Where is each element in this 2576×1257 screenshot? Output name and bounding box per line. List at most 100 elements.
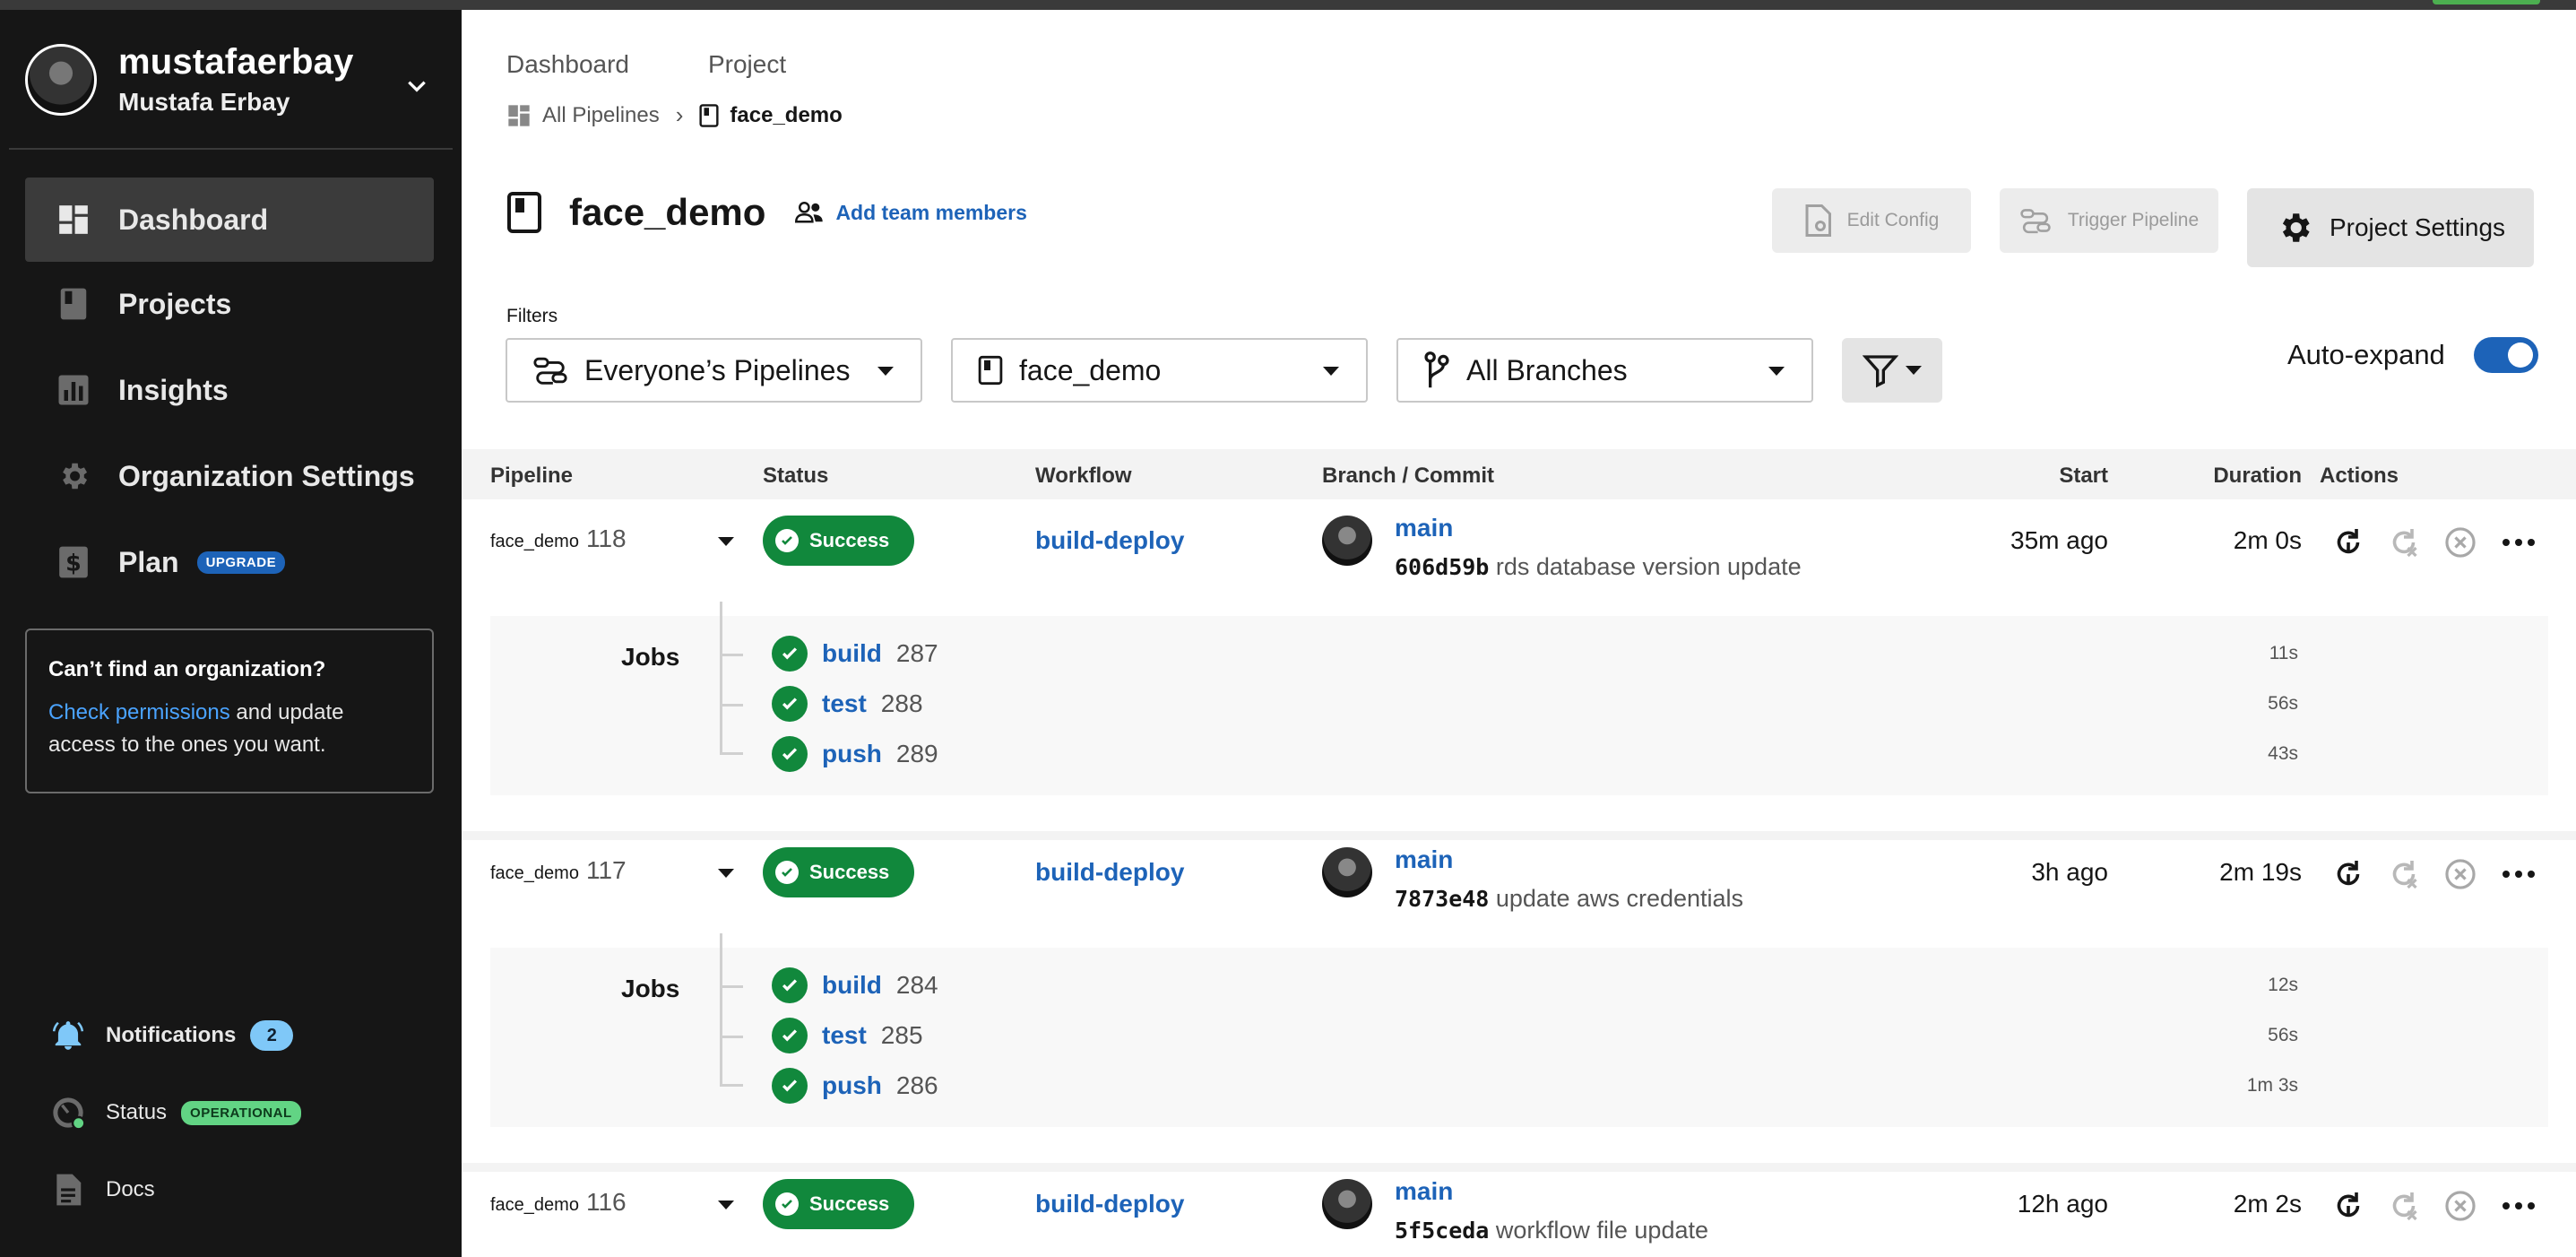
status-label: Success <box>809 529 890 551</box>
advanced-filter-button[interactable] <box>1842 338 1942 403</box>
pipeline-cell: face_demo 117 <box>490 856 627 885</box>
caret-down-icon <box>1768 367 1785 376</box>
auto-expand-toggle[interactable] <box>2473 337 2538 373</box>
edit-config-button[interactable]: Edit Config <box>1772 188 1971 253</box>
job-item: build 284 <box>772 967 938 1003</box>
job-name[interactable]: test <box>822 689 867 718</box>
sidebar-item-plan[interactable]: $ Plan UPGRADE <box>25 520 434 604</box>
status-badge[interactable]: Success <box>763 847 915 897</box>
branch-filter-select[interactable]: All Branches <box>1396 338 1813 403</box>
user-full-name: Mustafa Erbay <box>118 88 290 116</box>
commit-message: rds database version update <box>1495 553 1802 580</box>
status-badge[interactable]: Success <box>763 1179 915 1229</box>
rerun-failed-icon[interactable] <box>2386 856 2422 892</box>
sidebar-item-organization-settings[interactable]: Organization Settings <box>25 434 434 518</box>
user-profile[interactable]: mustafaerbay Mustafa Erbay <box>25 42 354 117</box>
sidebar-item-label: Projects <box>118 287 232 320</box>
expand-toggle-icon[interactable] <box>718 537 734 546</box>
cancel-icon[interactable] <box>2442 524 2478 560</box>
pipeline-project[interactable]: face_demo <box>490 863 579 883</box>
workflow-link[interactable]: build-deploy <box>1035 526 1184 555</box>
expand-toggle-icon[interactable] <box>718 1201 734 1209</box>
pipeline-cell: face_demo 118 <box>490 524 627 553</box>
tab-dashboard[interactable]: Dashboard <box>506 50 629 78</box>
sidebar-item-projects[interactable]: Projects <box>25 262 434 346</box>
check-icon <box>775 861 799 884</box>
pipeline-number[interactable]: 116 <box>586 1188 627 1216</box>
upgrade-badge[interactable]: UPGRADE <box>196 550 286 574</box>
job-number: 289 <box>895 740 938 767</box>
avatar <box>1322 1179 1372 1229</box>
dashboard-icon <box>508 104 530 126</box>
branch-link[interactable]: main <box>1395 1177 1453 1206</box>
job-item: push 289 <box>772 736 938 772</box>
sidebar-divider <box>9 148 453 150</box>
job-name[interactable]: build <box>822 971 882 1000</box>
sidebar-item-status[interactable]: Status OPERATIONAL <box>50 1095 301 1131</box>
jobs-tree-branch <box>720 1036 743 1038</box>
check-permissions-link[interactable]: Check permissions <box>48 700 230 724</box>
job-number: 288 <box>880 689 923 717</box>
duration: 2m 0s <box>2233 526 2302 554</box>
jobs-tree-branch <box>720 752 743 755</box>
project-filter-select[interactable]: face_demo <box>951 338 1368 403</box>
rerun-failed-icon[interactable] <box>2386 524 2422 560</box>
pipeline-number[interactable]: 118 <box>586 524 627 552</box>
pipeline-cell: face_demo 116 <box>490 1188 627 1217</box>
jobs-tree-branch <box>720 704 743 707</box>
sidebar-item-insights[interactable]: Insights <box>25 348 434 432</box>
sidebar-item-notifications[interactable]: Notifications 2 <box>50 1018 294 1053</box>
job-duration: 1m 3s <box>2246 1075 2298 1096</box>
gear-icon <box>56 458 91 494</box>
pipelines-filter-select[interactable]: Everyone’s Pipelines <box>506 338 922 403</box>
jobs-tree-branch <box>720 1084 743 1087</box>
pipeline-icon <box>532 355 568 386</box>
more-options-icon[interactable] <box>2501 856 2537 892</box>
pipelines-table-header: Pipeline Status Workflow Branch / Commit… <box>462 449 2576 499</box>
chevron-down-icon[interactable] <box>405 74 428 98</box>
cancel-icon[interactable] <box>2442 856 2478 892</box>
job-item: test 288 <box>772 686 923 722</box>
org-permissions-box: Can’t find an organization? Check permis… <box>25 628 434 793</box>
job-name[interactable]: push <box>822 740 882 768</box>
sidebar-item-dashboard[interactable]: Dashboard <box>25 178 434 262</box>
edit-config-label: Edit Config <box>1846 210 1940 230</box>
page-title: face_demo <box>569 191 766 233</box>
rerun-icon[interactable] <box>2330 856 2366 892</box>
tab-project[interactable]: Project <box>708 50 786 78</box>
gear-icon <box>2276 209 2313 247</box>
pipeline-number[interactable]: 117 <box>586 856 627 884</box>
cancel-icon[interactable] <box>2442 1188 2478 1224</box>
pipeline-project[interactable]: face_demo <box>490 1195 579 1215</box>
job-success-icon <box>772 636 808 672</box>
commit-sha[interactable]: 606d59b <box>1395 554 1489 580</box>
rerun-icon[interactable] <box>2330 524 2366 560</box>
breadcrumb: All Pipelines › face_demo <box>506 101 843 129</box>
job-number: 285 <box>880 1021 923 1049</box>
commit-sha[interactable]: 5f5ceda <box>1395 1218 1489 1244</box>
pipeline-project[interactable]: face_demo <box>490 532 579 551</box>
job-name[interactable]: build <box>822 639 882 668</box>
sidebar-item-docs[interactable]: Docs <box>50 1172 155 1208</box>
caret-down-icon <box>1906 366 1922 375</box>
status-badge[interactable]: Success <box>763 516 915 566</box>
browser-top-bar <box>0 0 2576 10</box>
pipeline-icon <box>2019 207 2052 234</box>
trigger-pipeline-button[interactable]: Trigger Pipeline <box>2000 188 2218 253</box>
more-options-icon[interactable] <box>2501 1188 2537 1224</box>
job-name[interactable]: test <box>822 1021 867 1050</box>
more-options-icon[interactable] <box>2501 524 2537 560</box>
breadcrumb-all-pipelines[interactable]: All Pipelines <box>542 103 660 128</box>
workflow-link[interactable]: build-deploy <box>1035 1190 1184 1218</box>
workflow-link[interactable]: build-deploy <box>1035 858 1184 887</box>
add-team-members-link[interactable]: Add team members <box>794 201 1027 225</box>
expand-toggle-icon[interactable] <box>718 869 734 878</box>
branch-link[interactable]: main <box>1395 845 1453 874</box>
rerun-icon[interactable] <box>2330 1188 2366 1224</box>
jobs-panel: Jobs build 287 test 288 push 289 11s 56s 43… <box>490 602 2548 795</box>
commit-sha[interactable]: 7873e48 <box>1395 886 1489 912</box>
project-settings-button[interactable]: Project Settings <box>2247 188 2534 267</box>
job-name[interactable]: push <box>822 1071 882 1100</box>
branch-link[interactable]: main <box>1395 514 1453 542</box>
rerun-failed-icon[interactable] <box>2386 1188 2422 1224</box>
